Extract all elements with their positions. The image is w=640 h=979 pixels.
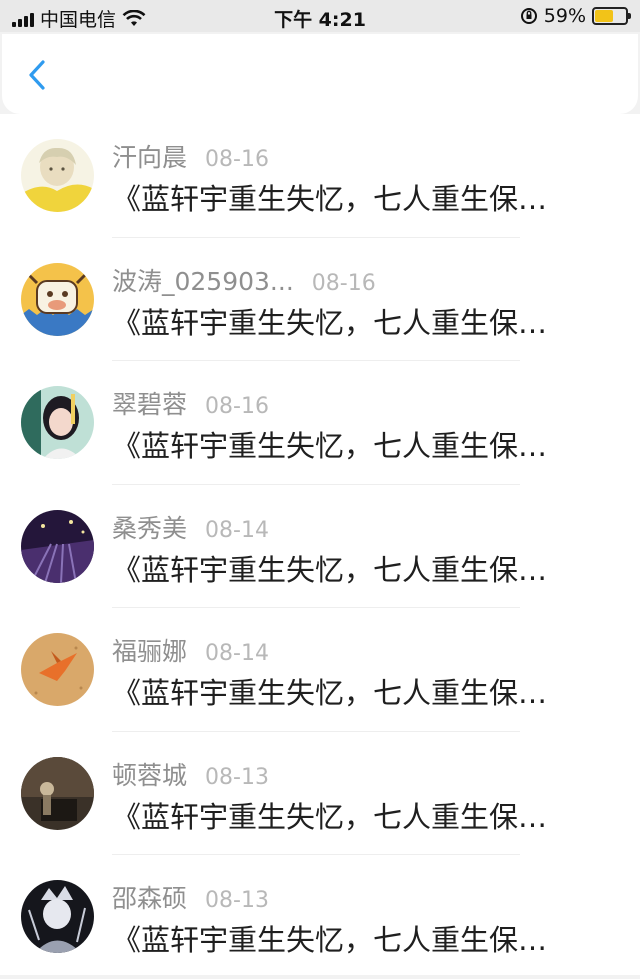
message-date: 08-13 — [205, 888, 269, 913]
message-date: 08-14 — [205, 517, 269, 543]
list-item[interactable]: 翠碧蓉 08-16 《蓝轩宇重生失忆，七人重生保… — [0, 361, 640, 485]
list-item[interactable]: 汗向晨 08-16 《蓝轩宇重生失忆，七人重生保… — [0, 114, 640, 238]
list-item[interactable]: 波涛_025903... 08-16 《蓝轩宇重生失忆，七人重生保… — [0, 238, 640, 361]
list-item[interactable]: 邵森硕 08-13 《蓝轩宇重生失忆，七人重生保… — [0, 855, 640, 979]
message-preview: 《蓝轩宇重生失忆，七人重生保… — [112, 552, 548, 587]
message-date: 08-16 — [205, 394, 269, 419]
list-item[interactable]: 桑秀美 08-14 《蓝轩宇重生失忆，七人重生保… — [0, 485, 640, 608]
message-preview: 《蓝轩宇重生失忆，七人重生保… — [112, 429, 548, 463]
battery-icon — [592, 7, 631, 25]
message-date: 08-13 — [205, 764, 269, 790]
avatar[interactable] — [21, 880, 94, 953]
sender-name: 邵森硕 — [112, 884, 188, 913]
message-preview: 《蓝轩宇重生失忆，七人重生保… — [112, 923, 548, 957]
status-bar: 中国电信 下午 4:21 59% — [0, 0, 640, 32]
message-date: 08-16 — [311, 270, 376, 296]
avatar[interactable] — [21, 756, 94, 830]
avatar[interactable] — [21, 509, 94, 583]
sender-name: 福骊娜 — [112, 637, 188, 666]
nav-bar — [2, 34, 638, 114]
message-preview: 《蓝轩宇重生失忆，七人重生保… — [112, 305, 548, 340]
avatar[interactable] — [21, 633, 94, 706]
list-item[interactable]: 顿蓉城 08-13 《蓝轩宇重生失忆，七人重生保… — [0, 732, 640, 855]
sender-name: 顿蓉城 — [112, 760, 188, 790]
battery-percent: 59% — [543, 5, 586, 27]
message-list: 汗向晨 08-16 《蓝轩宇重生失忆，七人重生保… 波涛_025903... 0… — [0, 114, 640, 975]
message-date: 08-14 — [205, 641, 269, 666]
message-preview: 《蓝轩宇重生失忆，七人重生保… — [112, 182, 548, 216]
message-preview: 《蓝轩宇重生失忆，七人重生保… — [112, 799, 548, 834]
message-date: 08-16 — [205, 147, 269, 172]
message-preview: 《蓝轩宇重生失忆，七人重生保… — [112, 676, 548, 710]
avatar[interactable] — [21, 386, 94, 459]
list-item[interactable]: 福骊娜 08-14 《蓝轩宇重生失忆，七人重生保… — [0, 608, 640, 732]
avatar[interactable] — [21, 139, 94, 212]
sender-name: 翠碧蓉 — [112, 390, 188, 419]
sender-name: 汗向晨 — [112, 143, 188, 172]
sender-name: 波涛_025903... — [112, 266, 294, 296]
avatar[interactable] — [21, 262, 94, 336]
sender-name: 桑秀美 — [112, 513, 188, 543]
orientation-lock-icon — [520, 8, 537, 24]
chevron-left-icon[interactable] — [20, 54, 60, 94]
